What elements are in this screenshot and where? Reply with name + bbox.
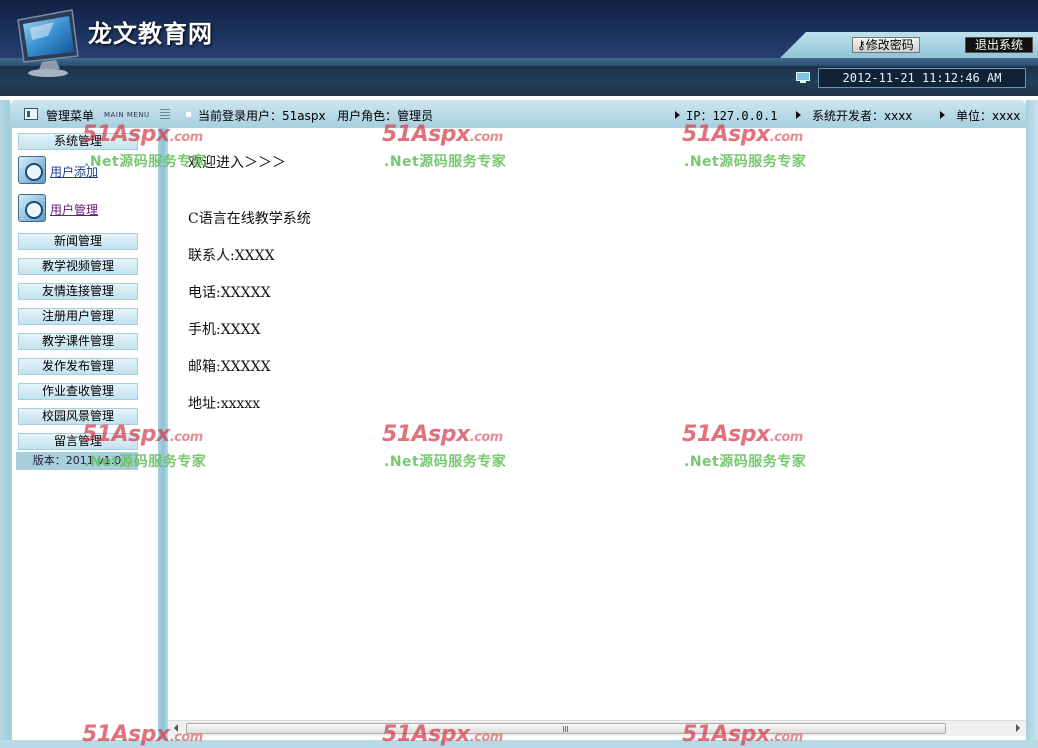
scrollbar-thumb[interactable] xyxy=(186,723,946,734)
bottom-frame-edge xyxy=(0,740,1038,748)
sidebar-item-homework[interactable]: 作业查收管理 xyxy=(18,383,138,400)
collapse-menu-icon[interactable] xyxy=(160,109,170,119)
key-icon: ⚷ xyxy=(857,38,866,52)
sidebar-subitem-label: 用户管理 xyxy=(50,203,99,217)
sidebar-splitter[interactable] xyxy=(158,128,168,740)
monitor-icon xyxy=(796,72,810,83)
bullet-arrow-icon xyxy=(940,111,945,119)
sidebar-item-messages[interactable]: 留言管理 xyxy=(18,433,138,450)
sidebar-item-news[interactable]: 新闻管理 xyxy=(18,233,138,250)
info-bar: 管理菜单 MAIN MENU 当前登录用户：51aspx 用户角色：管理员 IP… xyxy=(10,100,1026,128)
sidebar-item-system-management[interactable]: 系统管理 xyxy=(18,133,138,150)
address: 地址:xxxxx xyxy=(188,396,261,412)
contact-person: 联系人:XXXX xyxy=(188,248,275,264)
email: 邮箱:XXXXX xyxy=(188,359,271,375)
sidebar-item-registered-users[interactable]: 注册用户管理 xyxy=(18,308,138,325)
header-band-mid xyxy=(0,58,1038,66)
sidebar-item-teaching-video[interactable]: 教学视频管理 xyxy=(18,258,138,275)
sidebar-subitem-label: 用户添加 xyxy=(50,165,99,179)
current-user: 当前登录用户：51aspx xyxy=(198,109,326,123)
phone: 电话:XXXXX xyxy=(188,285,271,301)
site-title: 龙文教育网 xyxy=(88,19,213,48)
computer-monitor-logo-icon xyxy=(17,9,79,77)
welcome-text: 欢迎进入＞＞＞ xyxy=(188,155,286,171)
right-frame-edge xyxy=(1026,100,1038,748)
sidebar-item-friend-links[interactable]: 友情连接管理 xyxy=(18,283,138,300)
menu-title: 管理菜单 xyxy=(46,109,95,123)
ip-address: IP：127.0.0.1 xyxy=(686,109,778,123)
left-frame-edge xyxy=(0,100,10,740)
version-label: 版本：2011 v1.0 xyxy=(16,452,138,470)
horizontal-scrollbar[interactable] xyxy=(168,720,1026,736)
bullet-arrow-icon xyxy=(675,111,680,119)
datetime-display: 2012-11-21 11:12:46 AM xyxy=(818,68,1026,88)
menu-subtitle: MAIN MENU xyxy=(104,111,150,119)
menu-icon xyxy=(24,108,38,120)
sidebar-subitem-user-manage[interactable]: 用户管理 xyxy=(18,194,158,224)
scroll-left-arrow-icon[interactable] xyxy=(174,724,178,732)
sidebar-menu: 系统管理 用户添加 用户管理 新闻管理 教学视频管理 友情连接管理 注册用户管理… xyxy=(10,128,160,740)
app-window: 龙文教育网 ⚷修改密码 退出系统 2012-11-21 11:12:46 AM … xyxy=(0,0,1038,748)
logout-button[interactable]: 退出系统 xyxy=(965,37,1033,53)
bullet-arrow-icon xyxy=(796,111,801,119)
current-user-info: 当前登录用户：51aspx 用户角色：管理员 xyxy=(198,107,433,124)
gear-icon xyxy=(18,194,46,222)
sidebar-item-courseware[interactable]: 教学课件管理 xyxy=(18,333,138,350)
unit-info: 单位：xxxx xyxy=(956,109,1021,123)
user-role: 用户角色：管理员 xyxy=(337,109,434,123)
system-name: C语言在线教学系统 xyxy=(188,211,311,227)
sidebar-item-publish[interactable]: 发作发布管理 xyxy=(18,358,138,375)
scroll-right-arrow-icon[interactable] xyxy=(1016,724,1020,732)
change-password-button[interactable]: ⚷修改密码 xyxy=(852,37,920,53)
mobile: 手机:XXXX xyxy=(188,322,261,338)
sidebar-item-campus-scenery[interactable]: 校园风景管理 xyxy=(18,408,138,425)
system-developer: 系统开发者：xxxx xyxy=(812,109,913,123)
header: 龙文教育网 ⚷修改密码 退出系统 2012-11-21 11:12:46 AM xyxy=(0,0,1038,96)
change-password-label: 修改密码 xyxy=(865,38,914,52)
bullet-square-icon xyxy=(186,112,191,117)
main-content: 欢迎进入＞＞＞ C语言在线教学系统 联系人:XXXX 电话:XXXXX 手机:X… xyxy=(168,128,1026,720)
user-icon xyxy=(18,156,46,184)
sidebar-subitem-user-add[interactable]: 用户添加 xyxy=(18,156,158,186)
